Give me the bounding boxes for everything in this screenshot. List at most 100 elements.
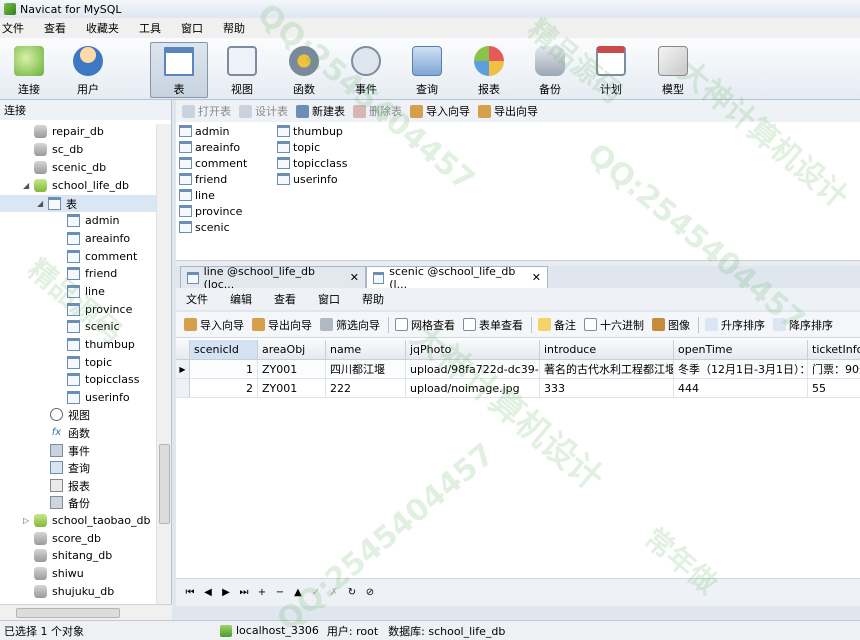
tree-db-shitang_db[interactable]: shitang_db xyxy=(0,547,156,564)
last-record-icon[interactable]: ⏭ xyxy=(238,586,250,600)
tree-table-comment[interactable]: comment xyxy=(0,248,156,265)
column-header-jqPhoto[interactable]: jqPhoto xyxy=(406,340,540,360)
tree-events-node[interactable]: 事件 xyxy=(0,442,156,459)
tree-functions-node[interactable]: fx 函数 xyxy=(0,424,156,441)
tree-table-friend[interactable]: friend xyxy=(0,265,156,282)
sort-ascending-button[interactable]: 升序排序 xyxy=(705,317,765,333)
menu-favorites[interactable]: 收藏夹 xyxy=(84,20,131,36)
column-header-openTime[interactable]: openTime xyxy=(674,340,808,360)
delete-record-icon[interactable]: − xyxy=(274,586,286,600)
scrollbar-thumb[interactable] xyxy=(159,444,170,524)
grid-cell[interactable]: 333 xyxy=(540,379,674,398)
refresh-icon[interactable]: ↻ xyxy=(346,586,358,600)
tree-views-node[interactable]: 视图 xyxy=(0,406,156,423)
tree-db-shujuku_db[interactable]: shujuku_db xyxy=(0,583,156,600)
next-record-icon[interactable]: ▶ xyxy=(220,586,232,600)
collapse-icon[interactable]: ◢ xyxy=(23,181,31,190)
grid-view-button[interactable]: 网格查看 xyxy=(395,317,455,333)
grid-cell[interactable]: ZY001 xyxy=(258,360,326,379)
open-table-button[interactable]: 打开表 xyxy=(182,103,231,119)
toolbar-view-button[interactable]: 视图 xyxy=(213,42,271,98)
column-header-ticketInfo[interactable]: ticketInfo xyxy=(808,340,860,360)
column-header-introduce[interactable]: introduce xyxy=(540,340,674,360)
toolbar-table-button[interactable]: 表 xyxy=(150,42,208,98)
grid-cell[interactable]: 55 xyxy=(808,379,860,398)
discard-changes-icon[interactable]: ✗ xyxy=(328,586,340,600)
tree-vertical-scrollbar[interactable] xyxy=(156,124,171,604)
import-wizard-button[interactable]: 导入向导 xyxy=(410,103,470,119)
tree-table-thumbup[interactable]: thumbup xyxy=(0,336,156,353)
current-row-indicator-icon[interactable]: ▶ xyxy=(176,360,190,379)
column-header-areaObj[interactable]: areaObj xyxy=(258,340,326,360)
tab-line[interactable]: line @school_life_db (loc... ✕ xyxy=(180,265,366,291)
export-wizard-button[interactable]: 导出向导 xyxy=(478,103,538,119)
tree-queries-node[interactable]: 查询 xyxy=(0,459,156,476)
grid-cell[interactable]: upload/noimage.jpg xyxy=(406,379,540,398)
tree-table-admin[interactable]: admin xyxy=(0,212,156,229)
grid-cell[interactable]: 2 xyxy=(190,379,258,398)
object-item-comment[interactable]: comment xyxy=(179,155,247,171)
sort-descending-button[interactable]: 降序排序 xyxy=(773,317,833,333)
tree-table-scenic[interactable]: scenic xyxy=(0,318,156,335)
delete-table-button[interactable]: 删除表 xyxy=(353,103,402,119)
edit-record-icon[interactable]: ▲ xyxy=(292,586,304,600)
tree-db-school_taobao_db[interactable]: ▷ school_taobao_db xyxy=(0,512,156,529)
grid-cell[interactable]: 四川都江堰 xyxy=(326,360,406,379)
inner-menu-view[interactable]: 查看 xyxy=(274,291,296,307)
inner-menu-help[interactable]: 帮助 xyxy=(362,291,384,307)
tree-table-topic[interactable]: topic xyxy=(0,354,156,371)
tree-db-school_life_db[interactable]: ◢ school_life_db xyxy=(0,177,156,194)
tab-scenic[interactable]: scenic @school_life_db (l... ✕ xyxy=(366,265,548,291)
apply-changes-icon[interactable]: ✓ xyxy=(310,586,322,600)
toolbar-backup-button[interactable]: 备份 xyxy=(521,42,579,98)
memo-button[interactable]: 备注 xyxy=(538,317,576,333)
grid-cell[interactable]: 著名的古代水利工程都江堰 xyxy=(540,360,674,379)
tree-table-line[interactable]: line xyxy=(0,283,156,300)
tree-table-areainfo[interactable]: areainfo xyxy=(0,230,156,247)
export-wizard-button[interactable]: 导出向导 xyxy=(252,317,312,333)
import-wizard-button[interactable]: 导入向导 xyxy=(184,317,244,333)
object-item-topic[interactable]: topic xyxy=(277,139,320,155)
tree-table-topicclass[interactable]: topicclass xyxy=(0,371,156,388)
grid-cell[interactable]: 门票：90元 xyxy=(808,360,860,379)
menu-help[interactable]: 帮助 xyxy=(221,20,257,36)
column-header-scenicId[interactable]: scenicId xyxy=(190,340,258,360)
grid-cell[interactable]: 冬季（12月1日-3月1日）： xyxy=(674,360,808,379)
toolbar-report-button[interactable]: 报表 xyxy=(460,42,518,98)
menu-window[interactable]: 窗口 xyxy=(179,20,215,36)
close-icon[interactable]: ✕ xyxy=(350,271,359,284)
inner-menu-file[interactable]: 文件 xyxy=(186,291,208,307)
collapse-icon[interactable]: ◢ xyxy=(37,199,45,208)
grid-cell[interactable]: 1 xyxy=(190,360,258,379)
toolbar-event-button[interactable]: 事件 xyxy=(337,42,395,98)
menu-view[interactable]: 查看 xyxy=(42,20,78,36)
tree-db-scenic_db[interactable]: scenic_db xyxy=(0,159,156,176)
close-icon[interactable]: ✕ xyxy=(532,271,541,284)
object-item-friend[interactable]: friend xyxy=(179,171,227,187)
stop-icon[interactable]: ⊘ xyxy=(364,586,376,600)
tree-backups-node[interactable]: 备份 xyxy=(0,494,156,511)
column-header-name[interactable]: name xyxy=(326,340,406,360)
object-item-topicclass[interactable]: topicclass xyxy=(277,155,347,171)
menu-file[interactable]: 文件 xyxy=(0,20,36,36)
toolbar-model-button[interactable]: 模型 xyxy=(644,42,702,98)
toolbar-schedule-button[interactable]: 计划 xyxy=(582,42,640,98)
tree-db-sc_db[interactable]: sc_db xyxy=(0,141,156,158)
tree-db-repair_db[interactable]: repair_db xyxy=(0,123,156,140)
tree-table-province[interactable]: province xyxy=(0,301,156,318)
tree-tables-node[interactable]: ◢ 表 xyxy=(0,195,156,212)
hex-button[interactable]: 十六进制 xyxy=(584,317,644,333)
toolbar-query-button[interactable]: 查询 xyxy=(398,42,456,98)
object-item-province[interactable]: province xyxy=(179,203,242,219)
image-button[interactable]: 图像 xyxy=(652,317,690,333)
object-item-line[interactable]: line xyxy=(179,187,215,203)
row-indicator[interactable] xyxy=(176,379,190,398)
grid-cell[interactable]: upload/98fa722d-dc39-4 xyxy=(406,360,540,379)
tree-db-shiwu[interactable]: shiwu xyxy=(0,565,156,582)
tree-horizontal-scrollbar[interactable] xyxy=(0,604,172,620)
grid-cell[interactable]: ZY001 xyxy=(258,379,326,398)
scrollbar-thumb[interactable] xyxy=(16,608,120,618)
inner-menu-edit[interactable]: 编辑 xyxy=(230,291,252,307)
previous-record-icon[interactable]: ◀ xyxy=(202,586,214,600)
new-table-button[interactable]: 新建表 xyxy=(296,103,345,119)
